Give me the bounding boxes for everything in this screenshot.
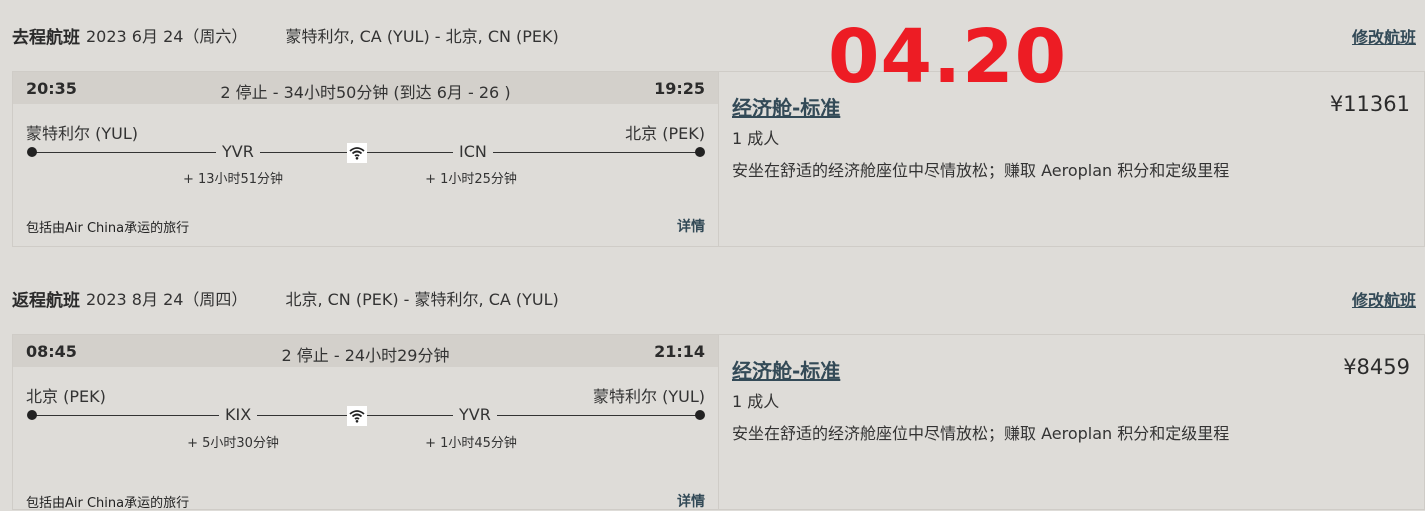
return-date: 2023 8月 24（周四） xyxy=(86,290,248,309)
outbound-title: 去程航班 xyxy=(12,27,80,48)
return-fare-description: 安坐在舒适的经济舱座位中尽情放松；赚取 Aeroplan 积分和定级里程 xyxy=(732,424,1230,443)
return-stop2-code: YVR xyxy=(453,405,497,424)
return-cabin-link[interactable]: 经济舱-标准 xyxy=(732,355,840,384)
return-header: 返程航班 2023 8月 24（周四） 北京, CN (PEK) - 蒙特利尔,… xyxy=(12,285,1416,311)
return-route-line xyxy=(32,415,702,416)
outbound-passengers: 1 成人 xyxy=(732,129,780,148)
return-route: 北京, CN (PEK) - 蒙特利尔, CA (YUL) xyxy=(285,290,559,309)
wifi-icon xyxy=(347,406,367,426)
return-price: ¥8459 xyxy=(1343,355,1410,379)
outbound-price: ¥11361 xyxy=(1329,92,1410,116)
return-title: 返程航班 xyxy=(12,290,80,311)
outbound-fare-description: 安坐在舒适的经济舱座位中尽情放松；赚取 Aeroplan 积分和定级里程 xyxy=(732,161,1230,180)
return-flight-card: 08:45 2 停止 - 24小时29分钟 21:14 北京 (PEK) 蒙特利… xyxy=(12,334,1425,511)
outbound-stop2-code: ICN xyxy=(453,142,493,161)
outbound-fare: 经济舱-标准 ¥11361 1 成人 安坐在舒适的经济舱座位中尽情放松；赚取 A… xyxy=(719,72,1424,246)
return-fare: 经济舱-标准 ¥8459 1 成人 安坐在舒适的经济舱座位中尽情放松；赚取 Ae… xyxy=(719,335,1424,509)
outbound-stop1-code: YVR xyxy=(216,142,260,161)
return-origin-dot xyxy=(27,410,37,420)
outbound-destination-dot xyxy=(695,147,705,157)
outbound-flight-card: 20:35 2 停止 - 34小时50分钟 (到达 6月 - 26 ) 19:2… xyxy=(12,71,1425,247)
overlay-date-stamp: 04.20 xyxy=(828,14,1068,100)
return-operated-by: 包括由Air China承运的旅行 xyxy=(26,496,190,511)
outbound-header: 去程航班 2023 6月 24（周六） 蒙特利尔, CA (YUL) - 北京,… xyxy=(12,22,1416,48)
return-stops-summary: 2 停止 - 24小时29分钟 xyxy=(281,346,450,365)
outbound-destination-city: 北京 (PEK) xyxy=(625,124,705,143)
return-stop1-layover: + 5小时30分钟 xyxy=(187,436,279,451)
return-stop1-code: KIX xyxy=(219,405,258,424)
return-change-flight-link[interactable]: 修改航班 xyxy=(1352,287,1416,311)
outbound-route-line xyxy=(32,152,702,153)
return-details-link[interactable]: 详情 xyxy=(677,491,705,511)
outbound-cabin-link[interactable]: 经济舱-标准 xyxy=(732,92,840,121)
outbound-stops-summary: 2 停止 - 34小时50分钟 (到达 6月 - 26 ) xyxy=(220,83,511,102)
outbound-stop2-layover: + 1小时25分钟 xyxy=(425,172,517,187)
outbound-time-bar: 20:35 2 停止 - 34小时50分钟 (到达 6月 - 26 ) 19:2… xyxy=(13,72,718,104)
return-stop2-layover: + 1小时45分钟 xyxy=(425,436,517,451)
outbound-origin-dot xyxy=(27,147,37,157)
return-origin-city: 北京 (PEK) xyxy=(26,387,106,406)
outbound-origin-city: 蒙特利尔 (YUL) xyxy=(26,124,138,143)
return-destination-city: 蒙特利尔 (YUL) xyxy=(593,387,705,406)
outbound-stop1-layover: + 13小时51分钟 xyxy=(182,172,284,187)
return-passengers: 1 成人 xyxy=(732,392,780,411)
return-itinerary: 08:45 2 停止 - 24小时29分钟 21:14 北京 (PEK) 蒙特利… xyxy=(13,335,719,511)
outbound-itinerary: 20:35 2 停止 - 34小时50分钟 (到达 6月 - 26 ) 19:2… xyxy=(13,72,719,246)
outbound-route: 蒙特利尔, CA (YUL) - 北京, CN (PEK) xyxy=(285,27,559,46)
wifi-icon xyxy=(347,143,367,163)
outbound-date: 2023 6月 24（周六） xyxy=(86,27,248,46)
return-arrival-time: 21:14 xyxy=(654,342,705,361)
return-time-bar: 08:45 2 停止 - 24小时29分钟 21:14 xyxy=(13,335,718,367)
outbound-details-link[interactable]: 详情 xyxy=(677,216,705,236)
outbound-change-flight-link[interactable]: 修改航班 xyxy=(1352,24,1416,48)
outbound-arrival-time: 19:25 xyxy=(654,79,705,98)
return-destination-dot xyxy=(695,410,705,420)
outbound-operated-by: 包括由Air China承运的旅行 xyxy=(26,221,190,236)
